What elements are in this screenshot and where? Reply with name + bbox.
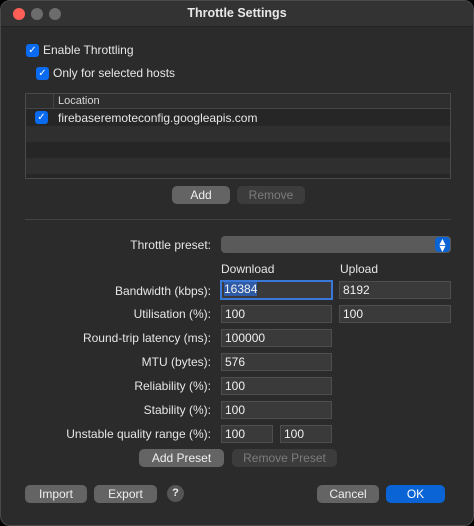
hosts-table: Location ✓ firebaseremoteconfig.googleap… [25,93,451,179]
help-icon[interactable]: ? [167,485,184,502]
section-divider [25,219,451,220]
enable-throttling-label[interactable]: Enable Throttling [43,43,134,57]
add-host-button[interactable]: Add [172,186,230,204]
latency-label: Round-trip latency (ms): [82,331,211,345]
unstable-quality-max-field[interactable]: 100 [280,425,332,443]
throttle-preset-label: Throttle preset: [130,238,211,252]
throttle-preset-select[interactable]: ▲ ▼ [221,236,451,253]
reliability-field[interactable]: 100 [221,377,332,395]
bandwidth-download-value: 16384 [224,282,258,296]
ok-button[interactable]: OK [386,485,445,503]
add-preset-button[interactable]: Add Preset [139,449,224,467]
only-selected-hosts-checkbox[interactable]: ✓ [36,67,49,80]
mtu-field[interactable]: 576 [221,353,332,371]
mtu-label: MTU (bytes): [141,355,211,369]
utilisation-download-field[interactable]: 100 [221,305,332,323]
enable-throttling-checkbox[interactable]: ✓ [26,44,39,57]
utilisation-label: Utilisation (%): [133,307,211,321]
throttle-settings-window: Throttle Settings ✓ Enable Throttling ✓ … [0,0,474,526]
unstable-quality-label: Unstable quality range (%): [66,427,211,441]
remove-host-button[interactable]: Remove [237,186,305,204]
table-row-empty [26,126,450,142]
table-row[interactable]: ✓ firebaseremoteconfig.googleapis.com [26,110,450,126]
unstable-quality-min-field[interactable]: 100 [221,425,273,443]
reliability-label: Reliability (%): [134,379,211,393]
host-enabled-checkbox[interactable]: ✓ [35,111,48,124]
upload-column-label: Upload [340,262,379,276]
remove-preset-button[interactable]: Remove Preset [232,449,337,467]
chevron-up-down-icon: ▲ ▼ [435,237,450,253]
export-button[interactable]: Export [94,485,157,503]
hosts-table-header: Location [26,94,450,109]
latency-field[interactable]: 100000 [221,329,332,347]
bandwidth-download-field[interactable]: 16384 [220,280,333,300]
bandwidth-upload-field[interactable]: 8192 [339,281,451,299]
column-separator [53,94,54,109]
host-location: firebaseremoteconfig.googleapis.com [58,111,258,125]
location-column-header[interactable]: Location [58,95,100,107]
download-column-label: Download [221,262,275,276]
table-row-empty [26,158,450,174]
stability-field[interactable]: 100 [221,401,332,419]
title-bar: Throttle Settings [1,1,473,27]
utilisation-upload-field[interactable]: 100 [339,305,451,323]
table-row-empty [26,142,450,158]
window-title: Throttle Settings [187,6,287,20]
bandwidth-label: Bandwidth (kbps): [114,284,211,298]
import-button[interactable]: Import [25,485,87,503]
cancel-button[interactable]: Cancel [317,485,379,503]
stability-label: Stability (%): [143,403,211,417]
only-selected-hosts-label[interactable]: Only for selected hosts [53,66,175,80]
